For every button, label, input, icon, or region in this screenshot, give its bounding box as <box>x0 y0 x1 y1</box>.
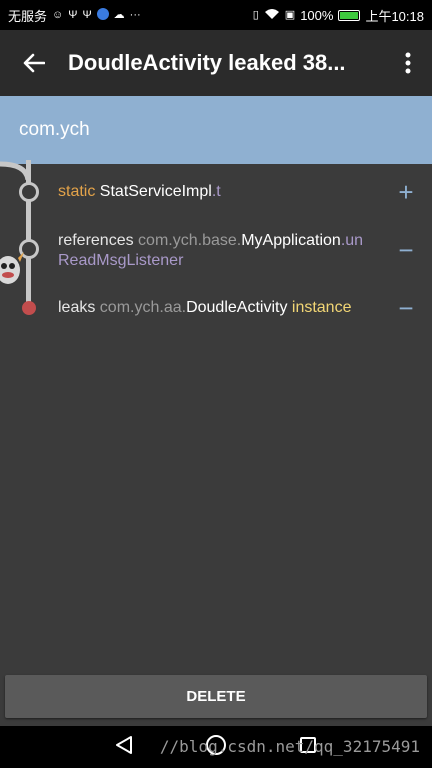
page-title: DoudleActivity leaked 38... <box>68 50 346 75</box>
trace-row-references[interactable]: references com.ych.base.MyApplication.un… <box>58 231 363 271</box>
overflow-menu-icon[interactable] <box>384 30 432 96</box>
leak-node-dot <box>22 301 36 315</box>
battery-percent: 100% <box>300 7 334 23</box>
cloud-icon: ☁ <box>113 8 125 21</box>
leakcanary-mascot-icon <box>0 252 24 284</box>
trace-class: MyApplication <box>241 232 341 249</box>
root-package-header: com.ych <box>0 96 432 164</box>
usb-icon: Ψ <box>82 8 92 21</box>
trace-keyword: references <box>58 232 139 249</box>
trace-keyword: static <box>58 183 100 200</box>
trace-instance: instance <box>287 299 352 316</box>
smiley-icon: ☺ <box>52 8 64 21</box>
trace-keyword: leaks <box>58 299 100 316</box>
trace-row-static[interactable]: static StatServiceImpl.t <box>58 182 221 202</box>
trace-package: com.ych.aa. <box>99 299 187 316</box>
trace-field: ReadMsgListener <box>58 252 184 269</box>
app-badge-icon <box>96 7 109 23</box>
back-arrow-icon[interactable] <box>0 30 68 96</box>
app-bar: DoudleActivity leaked 38... <box>0 30 432 96</box>
wifi-icon <box>264 8 280 23</box>
vibrate-icon: ▯ <box>252 8 259 21</box>
delete-button[interactable]: DELETE <box>5 675 427 718</box>
collapse-toggle[interactable]: − <box>392 294 420 322</box>
battery-icon <box>338 9 361 21</box>
nav-back-icon[interactable] <box>115 735 133 760</box>
carrier-label: 无服务 <box>8 8 48 24</box>
trace-package: com.ych.base. <box>138 232 242 249</box>
expand-toggle[interactable]: + <box>392 178 420 206</box>
trace-node <box>19 182 39 202</box>
more-icon: ··· <box>129 8 141 21</box>
root-package-label: com.ych <box>19 119 90 140</box>
collapse-toggle[interactable]: − <box>392 236 420 264</box>
trace-class: StatServiceImpl <box>99 183 212 200</box>
sim-icon: ▣ <box>284 8 296 21</box>
status-bar: 无服务 ☺ Ψ Ψ ☁ ··· ▯ ▣ 100% 上午10:18 <box>0 0 432 30</box>
watermark-text: //blog.csdn.net/qq_32175491 <box>159 737 420 756</box>
trace-field: .un <box>340 232 364 249</box>
trace-field: .t <box>211 183 221 200</box>
trace-row-leaks[interactable]: leaks com.ych.aa.DoudleActivity instance <box>58 298 351 318</box>
clock: 上午10:18 <box>365 8 424 24</box>
trace-class: DoudleActivity <box>186 299 288 316</box>
usb-icon: Ψ <box>68 8 78 21</box>
